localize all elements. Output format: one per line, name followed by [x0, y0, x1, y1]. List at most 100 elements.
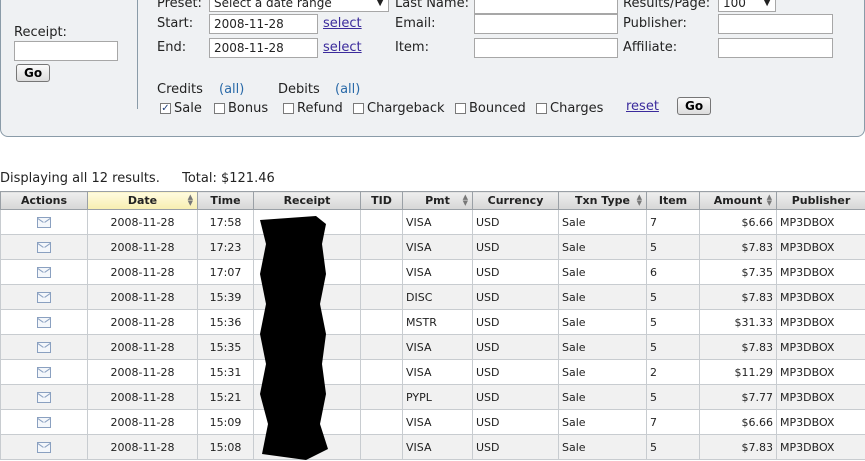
filter-bounced[interactable]: Bounced	[455, 101, 526, 116]
envelope-icon[interactable]	[37, 367, 51, 378]
cell-item: 5	[646, 309, 700, 335]
column-header-pmt[interactable]: Pmt ▲ ▼	[402, 191, 473, 210]
cell-pmt: VISA	[402, 434, 473, 460]
envelope-icon[interactable]	[37, 417, 51, 428]
cell-item: 6	[646, 259, 700, 285]
column-header-tid[interactable]: TID	[360, 191, 403, 210]
affiliate-label: Affiliate:	[623, 40, 678, 55]
filter-go-button[interactable]: Go	[677, 97, 712, 115]
cell-txn-type: Sale	[558, 434, 647, 460]
envelope-icon[interactable]	[37, 242, 51, 253]
end-date-input[interactable]: 2008-11-28	[209, 38, 318, 58]
start-label: Start:	[157, 16, 194, 31]
column-header-date[interactable]: Date ▲ ▼	[87, 191, 198, 210]
cell-time: 15:09	[197, 409, 254, 435]
cell-txn-type: Sale	[558, 409, 647, 435]
end-label: End:	[157, 40, 187, 55]
column-header-amount[interactable]: Amount ▲ ▼	[699, 191, 777, 210]
cell-txn-type: Sale	[558, 359, 647, 385]
cell-date: 2008-11-28	[87, 409, 198, 435]
column-header-item[interactable]: Item	[646, 191, 700, 210]
start-select-link[interactable]: select	[323, 16, 362, 31]
cell-amount: $7.83	[699, 334, 777, 360]
start-date-input[interactable]: 2008-11-28	[209, 14, 318, 34]
filter-bounced-checkbox[interactable]	[455, 103, 466, 114]
cell-publisher: MP3DBOX	[776, 209, 865, 235]
cell-tid	[360, 309, 403, 335]
cell-tid	[360, 209, 403, 235]
filter-sale-label: Sale	[174, 101, 202, 116]
preset-select[interactable]: Select a date range ▼	[209, 0, 389, 12]
reset-link[interactable]: reset	[626, 99, 659, 114]
cell-publisher: MP3DBOX	[776, 309, 865, 335]
cell-publisher: MP3DBOX	[776, 284, 865, 310]
table-row: 2008-11-28 15:08 VISA USD Sale 5 $7.83 MP3DBOX	[0, 434, 865, 460]
cell-currency: USD	[472, 434, 559, 460]
cell-time: 15:35	[197, 334, 254, 360]
cell-txn-type: Sale	[558, 384, 647, 410]
cell-actions	[0, 334, 88, 360]
credits-label: Credits	[157, 82, 203, 97]
cell-pmt: VISA	[402, 409, 473, 435]
chevron-down-icon: ▼	[376, 0, 384, 8]
affiliate-input[interactable]	[718, 38, 833, 58]
cell-tid	[360, 384, 403, 410]
envelope-icon[interactable]	[37, 442, 51, 453]
credits-all-link[interactable]: (all)	[219, 82, 244, 97]
receipt-input[interactable]	[14, 41, 118, 61]
item-input[interactable]	[474, 38, 618, 58]
table-row: 2008-11-28 15:39 DISC USD Sale 5 $7.83 MP3DBOX	[0, 284, 865, 310]
cell-currency: USD	[472, 409, 559, 435]
cell-publisher: MP3DBOX	[776, 234, 865, 260]
cell-amount: $6.66	[699, 209, 777, 235]
filter-sale[interactable]: ✓ Sale	[160, 101, 202, 116]
table-row: 2008-11-28 15:09 VISA USD Sale 7 $6.66 MP3DBOX	[0, 409, 865, 435]
envelope-icon[interactable]	[37, 292, 51, 303]
publisher-label: Publisher:	[623, 16, 687, 31]
envelope-icon[interactable]	[37, 267, 51, 278]
cell-item: 7	[646, 209, 700, 235]
results-per-page-select[interactable]: 100 ▼	[718, 0, 776, 12]
cell-date: 2008-11-28	[87, 309, 198, 335]
table-row: 2008-11-28 15:36 MSTR USD Sale 5 $31.33 MP3DBOX	[0, 309, 865, 335]
column-header-currency[interactable]: Currency	[472, 191, 559, 210]
cell-amount: $11.29	[699, 359, 777, 385]
envelope-icon[interactable]	[37, 392, 51, 403]
filter-refund[interactable]: Refund	[283, 101, 343, 116]
email-label: Email:	[395, 16, 436, 31]
last-name-input[interactable]	[474, 0, 618, 14]
cell-time: 17:23	[197, 234, 254, 260]
email-input[interactable]	[474, 14, 618, 34]
envelope-icon[interactable]	[37, 217, 51, 228]
column-header-txn-type[interactable]: Txn Type ▲ ▼	[558, 191, 647, 210]
column-header-receipt[interactable]: Receipt	[253, 191, 361, 210]
debits-all-link[interactable]: (all)	[335, 82, 360, 97]
cell-currency: USD	[472, 359, 559, 385]
results-summary: Displaying all 12 results. Total: $121.4…	[0, 171, 275, 186]
receipt-label: Receipt:	[14, 25, 67, 40]
cell-actions	[0, 309, 88, 335]
filter-chargeback-checkbox[interactable]	[353, 103, 364, 114]
filter-sale-checkbox[interactable]: ✓	[160, 103, 171, 114]
receipt-go-button[interactable]: Go	[16, 64, 51, 82]
filter-chargeback[interactable]: Chargeback	[353, 101, 445, 116]
column-header-publisher[interactable]: Publisher	[776, 191, 865, 210]
cell-actions	[0, 259, 88, 285]
filter-refund-checkbox[interactable]	[283, 103, 294, 114]
results-per-page-label: Results/Page:	[623, 0, 711, 11]
cell-currency: USD	[472, 334, 559, 360]
column-header-time[interactable]: Time	[197, 191, 254, 210]
column-header-date-label: Date	[127, 194, 158, 207]
filter-bonus-checkbox[interactable]	[214, 103, 225, 114]
publisher-input[interactable]	[718, 14, 833, 34]
cell-txn-type: Sale	[558, 209, 647, 235]
filter-charges-checkbox[interactable]	[536, 103, 547, 114]
envelope-icon[interactable]	[37, 342, 51, 353]
cell-txn-type: Sale	[558, 234, 647, 260]
filter-bonus[interactable]: Bonus	[214, 101, 268, 116]
envelope-icon[interactable]	[37, 317, 51, 328]
cell-actions	[0, 284, 88, 310]
filter-charges[interactable]: Charges	[536, 101, 603, 116]
end-select-link[interactable]: select	[323, 40, 362, 55]
results-per-page-value: 100	[723, 0, 746, 10]
